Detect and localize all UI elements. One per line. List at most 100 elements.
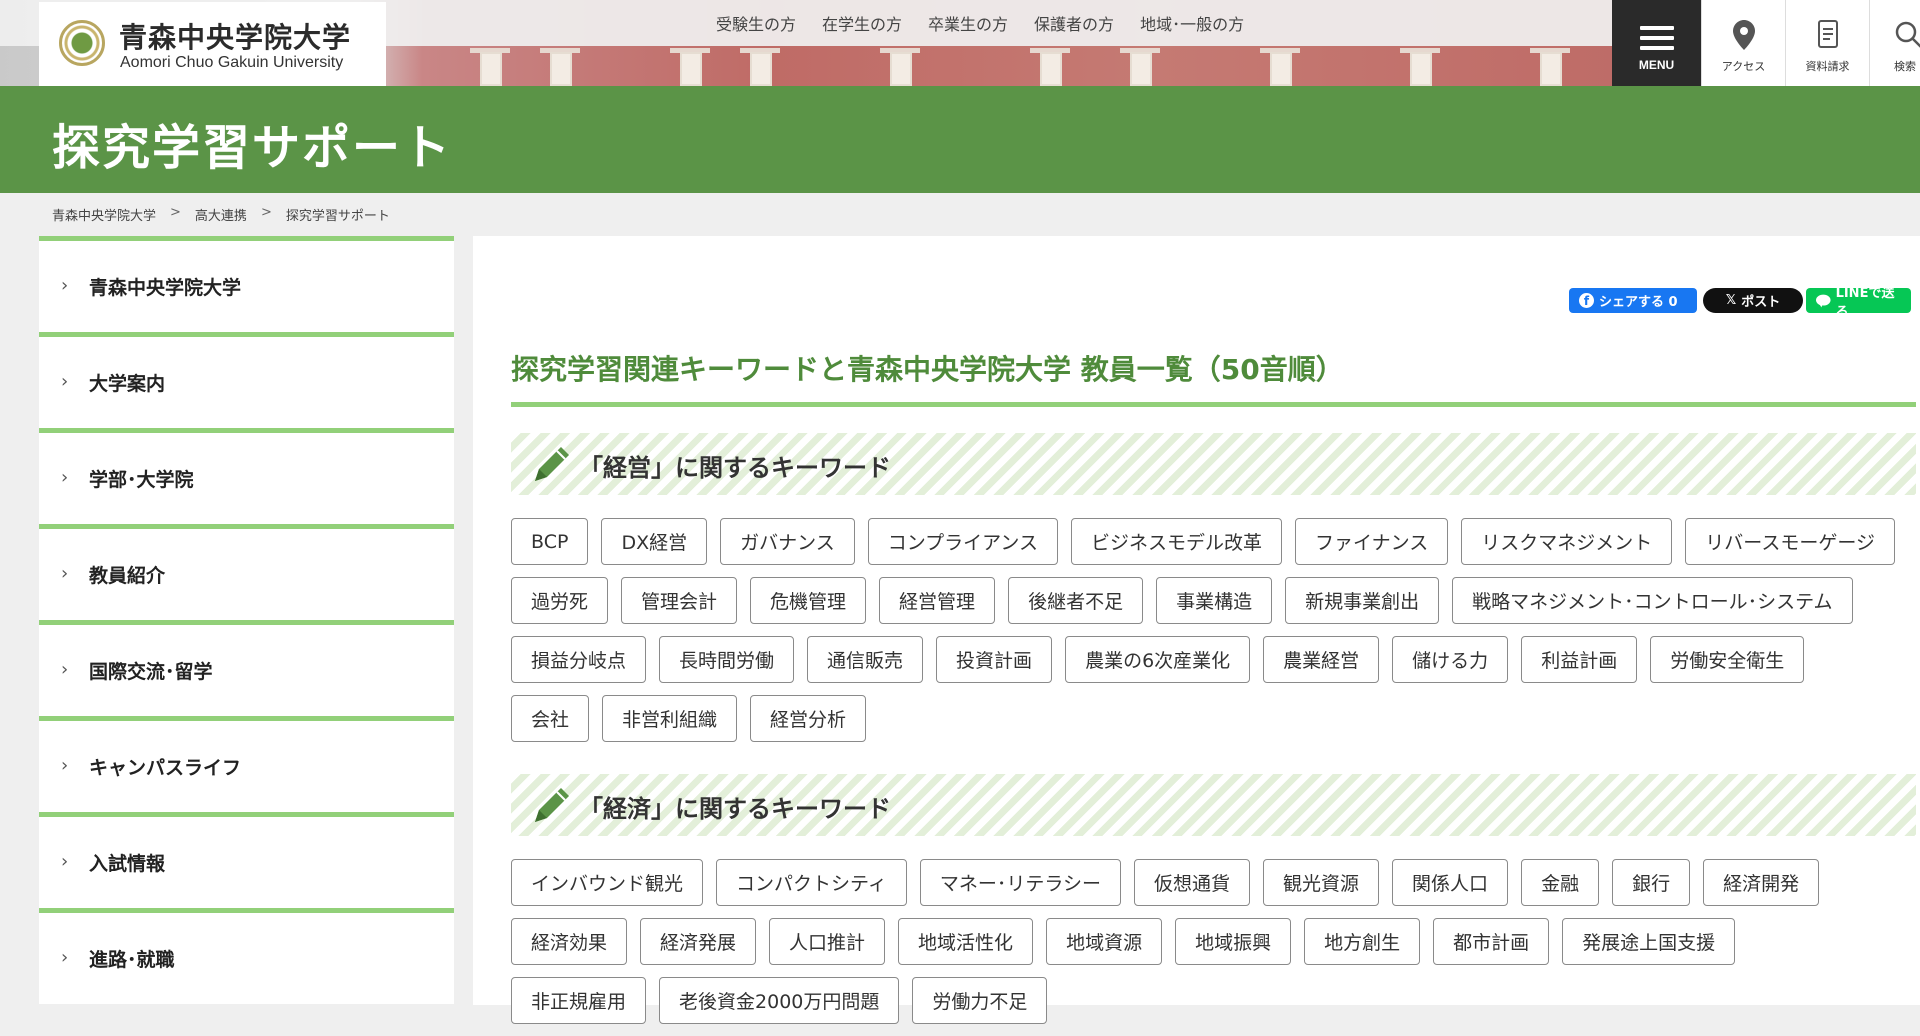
line-icon (1816, 294, 1831, 307)
section-header-management: 「経営」に関するキーワード (511, 433, 1916, 495)
sidebar-item-label: 学部･大学院 (89, 469, 194, 491)
breadcrumb-high-school-link[interactable]: 高大連携 (195, 205, 247, 224)
search-button[interactable]: 検索 (1869, 0, 1920, 90)
keyword-tag[interactable]: 経済効果 (511, 918, 628, 965)
keyword-tag[interactable]: 経済開発 (1703, 859, 1820, 906)
sidebar-item-faculty-intro[interactable]: › 教員紹介 (39, 524, 454, 620)
keyword-tag[interactable]: 経済発展 (640, 918, 757, 965)
sidebar-item-label: 青森中央学院大学 (89, 277, 242, 299)
keyword-tag[interactable]: 会社 (511, 695, 590, 742)
sidebar-item-university[interactable]: › 青森中央学院大学 (39, 236, 454, 332)
keyword-tag[interactable]: 非正規雇用 (511, 977, 647, 1024)
map-pin-icon (1732, 20, 1755, 50)
keyword-tag[interactable]: 地域振興 (1175, 918, 1292, 965)
sidebar-item-label: 進路･就職 (89, 949, 175, 971)
chevron-right-icon: › (61, 851, 69, 872)
keyword-tag[interactable]: 都市計画 (1433, 918, 1550, 965)
nav-link-community[interactable]: 地域･一般の方 (1140, 11, 1244, 35)
keyword-tag[interactable]: 地方創生 (1304, 918, 1421, 965)
keyword-tag[interactable]: インバウンド観光 (511, 859, 704, 906)
sidebar-item-careers[interactable]: › 進路･就職 (39, 908, 454, 1004)
site-logo[interactable]: 青森中央学院大学 Aomori Chuo Gakuin University (39, 2, 386, 90)
keyword-tag[interactable]: 経営管理 (879, 577, 996, 624)
search-icon (1895, 21, 1920, 48)
x-post-button[interactable]: 𝕏 ポスト (1703, 288, 1803, 313)
keyword-tag[interactable]: 利益計画 (1521, 636, 1638, 683)
keyword-tag[interactable]: 関係人口 (1392, 859, 1509, 906)
sidebar-item-admissions[interactable]: › 入試情報 (39, 812, 454, 908)
chevron-right-icon: › (61, 275, 69, 296)
keyword-tag[interactable]: 銀行 (1612, 859, 1691, 906)
facebook-icon: f (1579, 293, 1594, 308)
sidebar-item-label: 教員紹介 (89, 565, 166, 587)
nav-link-parents[interactable]: 保護者の方 (1034, 11, 1114, 35)
keyword-tag[interactable]: 地域活性化 (898, 918, 1034, 965)
nav-link-prospective[interactable]: 受験生の方 (716, 11, 796, 35)
chevron-right-icon: › (61, 947, 69, 968)
keyword-tag[interactable]: 農業の6次産業化 (1065, 636, 1251, 683)
keyword-tag[interactable]: 過労死 (511, 577, 609, 624)
keyword-tag[interactable]: 戦略マネジメント･コントロール･システム (1452, 577, 1853, 624)
keyword-tag[interactable]: 発展途上国支援 (1562, 918, 1736, 965)
keyword-tag[interactable]: 通信販売 (807, 636, 924, 683)
keyword-tag[interactable]: 老後資金2000万円問題 (659, 977, 900, 1024)
keyword-tag[interactable]: 農業経営 (1263, 636, 1380, 683)
chevron-right-icon: › (61, 755, 69, 776)
sidebar-item-about[interactable]: › 大学案内 (39, 332, 454, 428)
menu-label: MENU (1638, 58, 1675, 72)
keyword-tag[interactable]: コンパクトシティ (716, 859, 907, 906)
keyword-tag[interactable]: 長時間労働 (659, 636, 795, 683)
keyword-tag[interactable]: 金融 (1521, 859, 1600, 906)
keyword-tag[interactable]: コンプライアンス (867, 518, 1059, 565)
logo-name-en: Aomori Chuo Gakuin University (120, 54, 344, 71)
keyword-tag[interactable]: リバースモーゲージ (1685, 518, 1895, 565)
content-heading: 探究学習関連キーワードと青森中央学院大学 教員一覧（50音順） (511, 353, 1344, 386)
nav-link-alumni[interactable]: 卒業生の方 (928, 11, 1008, 35)
keyword-tag[interactable]: 観光資源 (1263, 859, 1380, 906)
keyword-tag[interactable]: 後継者不足 (1008, 577, 1144, 624)
keyword-tag[interactable]: 損益分岐点 (511, 636, 647, 683)
keyword-tag[interactable]: 経営分析 (750, 695, 867, 742)
chevron-right-icon: › (61, 659, 69, 680)
x-post-label: ポスト (1741, 295, 1781, 310)
keyword-tag[interactable]: DX経営 (601, 518, 708, 565)
keyword-tag[interactable]: ビジネスモデル改革 (1071, 518, 1283, 565)
sidebar-item-label: キャンパスライフ (89, 757, 242, 779)
keyword-tag[interactable]: 新規事業創出 (1285, 577, 1440, 624)
keyword-tag[interactable]: 人口推計 (769, 918, 886, 965)
keyword-tag[interactable]: 仮想通貨 (1134, 859, 1251, 906)
breadcrumb-home[interactable]: 青森中央学院大学 (52, 205, 156, 224)
keyword-tag[interactable]: 労働力不足 (912, 977, 1048, 1024)
logo-name-jp: 青森中央学院大学 (119, 21, 352, 54)
section-title: 「経済」に関するキーワード (579, 795, 891, 823)
keyword-tag[interactable]: ファイナンス (1295, 518, 1449, 565)
page-banner: 探究学習サポート (0, 86, 1920, 193)
sidebar-item-faculties[interactable]: › 学部･大学院 (39, 428, 454, 524)
breadcrumb-current: 探究学習サポート (285, 209, 390, 224)
keyword-tag[interactable]: 管理会計 (621, 577, 738, 624)
keyword-tag[interactable]: 儲ける力 (1392, 636, 1509, 683)
line-share-button[interactable]: LINEで送る (1806, 286, 1911, 320)
sidebar-item-international[interactable]: › 国際交流･留学 (39, 620, 454, 716)
keyword-list-economy: インバウンド観光 コンパクトシティ マネー･リテラシー 仮想通貨 観光資源 関係… (511, 859, 1916, 1036)
chevron-right-icon: › (61, 563, 69, 584)
keyword-tag[interactable]: マネー･リテラシー (919, 859, 1122, 906)
pencil-icon (535, 788, 569, 822)
keyword-tag[interactable]: 事業構造 (1156, 577, 1273, 624)
keyword-tag[interactable]: 非営利組織 (602, 695, 738, 742)
sidebar-item-label: 入試情報 (89, 853, 166, 875)
access-button[interactable]: アクセス (1701, 0, 1785, 90)
audience-nav: 受験生の方 在学生の方 卒業生の方 保護者の方 地域･一般の方 (716, 11, 1244, 35)
keyword-tag[interactable]: 労働安全衛生 (1650, 636, 1805, 683)
sidebar-item-campus-life[interactable]: › キャンパスライフ (39, 716, 454, 812)
keyword-tag[interactable]: 地域資源 (1046, 918, 1163, 965)
keyword-tag[interactable]: リスクマネジメント (1461, 518, 1673, 565)
keyword-tag[interactable]: BCP (511, 518, 589, 565)
keyword-tag[interactable]: 投資計画 (936, 636, 1053, 683)
request-materials-button[interactable]: 資料請求 (1785, 0, 1869, 90)
menu-button[interactable]: MENU (1612, 0, 1701, 90)
keyword-tag[interactable]: 危機管理 (750, 577, 867, 624)
facebook-share-button[interactable]: f シェアする 0 (1569, 288, 1697, 313)
nav-link-students[interactable]: 在学生の方 (822, 11, 902, 35)
keyword-tag[interactable]: ガバナンス (720, 518, 855, 565)
